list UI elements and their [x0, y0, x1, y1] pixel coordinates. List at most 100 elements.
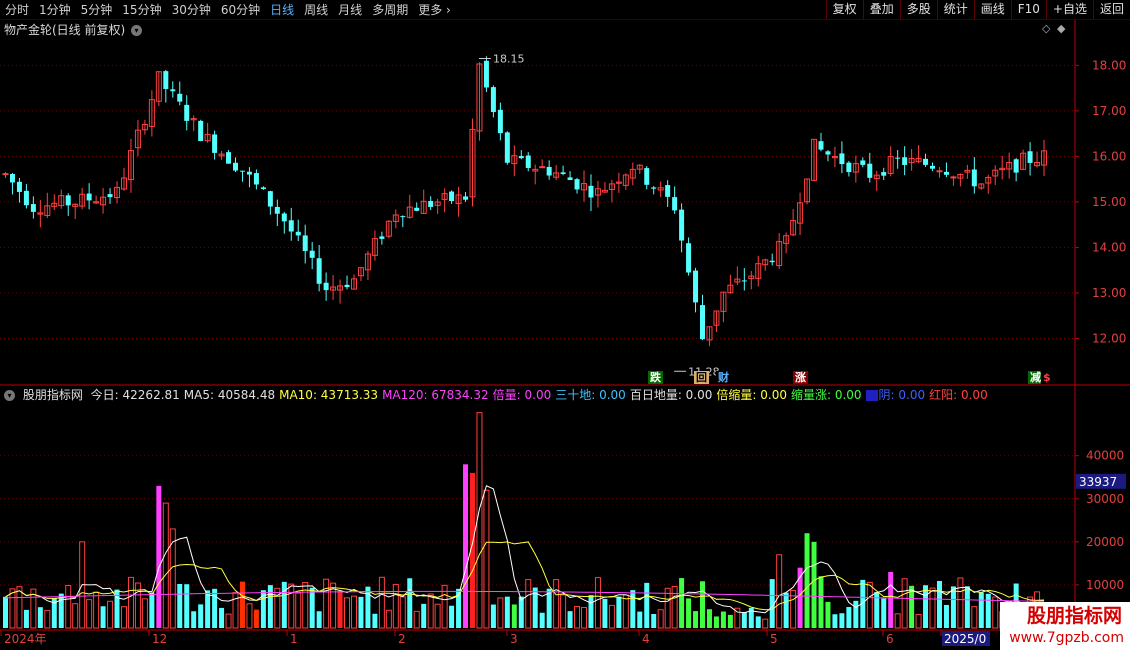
price-tick-label: 18.00 [1092, 58, 1126, 72]
overlay-button[interactable]: 叠加 [862, 0, 900, 19]
volume-bar [407, 578, 413, 628]
chevron-down-icon[interactable]: ▾ [131, 25, 143, 36]
volume-tick-label: 40000 [1086, 449, 1124, 463]
stock-chart[interactable]: 18.00 17.00 16.00 15.00 14.00 13.00 12.00 40000… [0, 0, 1130, 650]
candle-body-down [644, 168, 650, 185]
indicator-menu-icon[interactable]: ▾ [4, 390, 15, 401]
period-30min[interactable]: 30分钟 [167, 1, 216, 18]
candle-body-down [260, 187, 266, 189]
stats-button[interactable]: 统计 [936, 0, 974, 19]
period-multi[interactable]: 多周期 [367, 1, 413, 18]
draw-line-button[interactable]: 画线 [973, 0, 1011, 19]
candle-body-down [490, 87, 496, 113]
volume-bar [44, 609, 51, 629]
stock-name-label: 物产金轮(日线 前复权) [4, 23, 126, 37]
candle-body-down [302, 235, 308, 252]
volume-bar [553, 579, 560, 629]
price-tick-label: 15.00 [1092, 195, 1126, 209]
indicator-name[interactable]: 股朋指标网 [23, 388, 83, 402]
volume-bar [713, 616, 719, 628]
chart-title: 物产金轮(日线 前复权) ▾ [4, 21, 143, 38]
volume-bar [686, 598, 692, 628]
candle-body-down [700, 305, 705, 340]
candle-body-down [428, 201, 434, 207]
volume-bar [657, 609, 664, 629]
back-button[interactable]: 返回 [1092, 0, 1130, 19]
volume-tick-label: 10000 [1086, 578, 1124, 592]
period-60min[interactable]: 60分钟 [216, 1, 265, 18]
signal-die: 跌 [648, 371, 663, 384]
volume-bar [149, 592, 155, 628]
candle-body-down [846, 162, 852, 173]
volume-bar [671, 586, 678, 629]
volume-bar [804, 533, 810, 628]
volume-bar [776, 554, 783, 629]
candle-body-up [936, 170, 943, 173]
period-5min[interactable]: 5分钟 [76, 1, 118, 18]
signal-cai: 财 [716, 371, 731, 384]
price-tick-label: 14.00 [1092, 240, 1126, 254]
volume-bar [246, 603, 253, 629]
indicator-field-2: MA10: 43713.33 [279, 388, 379, 402]
volume-bar [581, 606, 588, 629]
blue-bar-icon [865, 390, 878, 401]
candle-body-down [902, 157, 908, 165]
volume-bar [881, 598, 887, 628]
volume-bar [525, 579, 532, 629]
period-more[interactable]: 更多 › [413, 1, 456, 18]
candle-body-down [65, 195, 71, 206]
indicator-field-8: 缩量涨: 0.00 [790, 388, 862, 402]
fuquan-button[interactable]: 复权 [825, 0, 863, 19]
volume-bar [392, 583, 399, 629]
scroll-up-icon[interactable]: ◆ [1057, 22, 1065, 35]
candle-body-down [449, 191, 455, 202]
period-daily[interactable]: 日线 [265, 1, 299, 18]
candle-body-down [483, 60, 489, 88]
period-monthly[interactable]: 月线 [333, 1, 367, 18]
volume-bar [504, 596, 510, 628]
time-tick-label: 5 [770, 632, 778, 646]
volume-tick-label: 20000 [1086, 535, 1124, 549]
volume-bar [964, 586, 970, 628]
time-tick-label: 2 [398, 632, 406, 646]
signal-hui: 回 [694, 371, 709, 384]
volume-bar [811, 541, 817, 628]
period-15min[interactable]: 15分钟 [117, 1, 166, 18]
diamond-icon[interactable]: ◇ [1042, 22, 1050, 35]
volume-bar [413, 610, 420, 629]
volume-bar [846, 607, 852, 628]
volume-bar [191, 611, 197, 628]
add-watchlist-button[interactable]: +自选 [1045, 0, 1093, 19]
volume-bar [894, 613, 901, 629]
volume-bar [825, 601, 831, 628]
candle-body-down [86, 193, 92, 201]
candle-body-down [525, 155, 531, 168]
volume-bar [239, 581, 245, 628]
volume-bar [316, 611, 322, 628]
volume-bar [755, 616, 761, 628]
candle-body-down [107, 194, 113, 198]
candle-body-down [379, 236, 385, 239]
period-fenshi[interactable]: 分时 [0, 1, 34, 18]
candle-body-down [233, 162, 239, 171]
candle-body-down [16, 181, 22, 192]
volume-bar [281, 581, 287, 628]
volume-bar [162, 502, 169, 629]
volume-bar [65, 584, 72, 629]
volume-bar [37, 607, 43, 628]
multi-stock-button[interactable]: 多股 [899, 0, 937, 19]
volume-bar [365, 586, 371, 628]
period-1min[interactable]: 1分钟 [34, 1, 76, 18]
volume-bar [295, 592, 302, 629]
candle-body-down [741, 280, 747, 282]
volume-bar [434, 603, 441, 629]
volume-bar [518, 596, 524, 628]
candle-body-down [267, 191, 273, 207]
f10-button[interactable]: F10 [1010, 0, 1046, 19]
volume-bar [888, 572, 894, 628]
candle-body-down [672, 197, 678, 211]
candle-body-down [239, 170, 245, 172]
period-weekly[interactable]: 周线 [299, 1, 333, 18]
candle-body-down [686, 243, 692, 273]
candle-body-down [665, 185, 671, 197]
